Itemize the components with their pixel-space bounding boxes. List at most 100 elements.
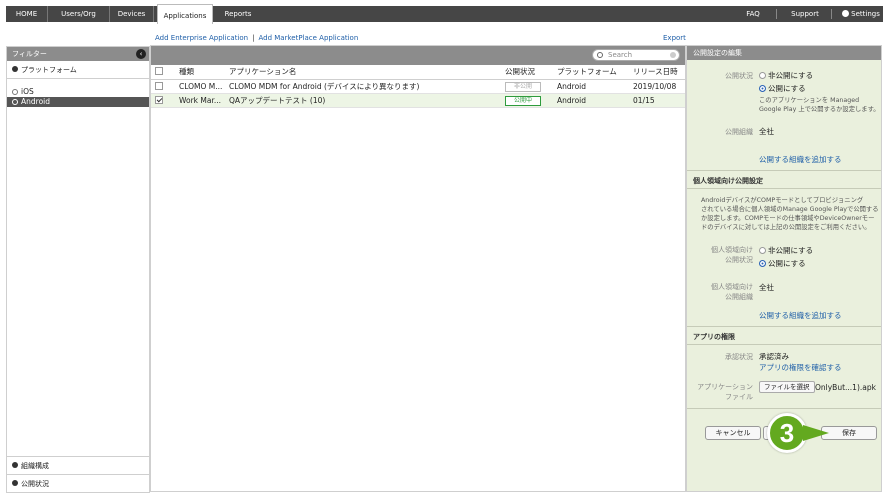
gear-icon [842, 10, 850, 17]
search-placeholder: Search [608, 51, 633, 59]
cell-date: 2019/10/08 [629, 79, 685, 94]
expand-icon [12, 66, 18, 72]
personal-note-line: ドのデバイスに対しては上記の公開設定をご利用ください。 [701, 224, 871, 231]
search-input[interactable]: Search [592, 49, 680, 61]
radio-icon [759, 247, 766, 254]
clear-icon[interactable] [670, 52, 676, 58]
filter-sidebar: フィルター ‹ プラットフォーム iOS Android 組織構成 公開状況 [6, 46, 150, 493]
panel-header: 公開設定の編集 [687, 46, 881, 60]
row-checkbox[interactable] [155, 81, 163, 90]
personal-note-line: されている場合に個人領域のManage Google Playで公開する [701, 206, 879, 213]
row-checkbox[interactable] [155, 95, 163, 104]
step-marker: 3 [767, 413, 807, 453]
nav-separator [831, 9, 832, 19]
select-all-checkbox[interactable] [155, 67, 163, 76]
check-permissions-link[interactable]: アプリの権限を確認する [759, 362, 842, 373]
filter-option-ios[interactable]: iOS [7, 87, 149, 97]
personal-section-title: 個人領域向け公開設定 [693, 177, 763, 185]
radio-private-label: 非公開にする [768, 71, 814, 80]
personal-status-label: 個人領域向け公開状況 [697, 245, 753, 265]
org-label: 公開組織 [725, 128, 753, 136]
column-header[interactable]: 種類 [175, 65, 225, 80]
link-separator: | [252, 34, 255, 42]
personal-note-line: か設定します。COMPモードの仕事領域やDeviceOwnerモー [701, 215, 875, 222]
status-label: 公開状況 [725, 72, 753, 80]
section-divider [687, 326, 881, 327]
nav-home[interactable]: HOME [6, 6, 48, 22]
nav-reports[interactable]: Reports [215, 6, 261, 22]
nav-settings-label: Settings [851, 10, 880, 18]
radio-private[interactable]: 非公開にする [759, 70, 813, 81]
row-checkbox-cell[interactable] [151, 79, 175, 94]
select-all-cell[interactable] [151, 65, 175, 80]
add-marketplace-app-link[interactable]: Add MarketPlace Application [258, 34, 358, 42]
cell-date: 01/15 [629, 93, 685, 108]
personal-note: AndroidデバイスがCOMPモードとしてプロビジョニング されている場合に個… [701, 196, 881, 232]
filter-option-android[interactable]: Android [7, 97, 149, 107]
collapse-icon[interactable]: ‹ [136, 49, 146, 59]
app-table: 種類 アプリケーション名 公開状況 プラットフォーム リリース日時 CLOMO … [151, 65, 685, 108]
radio-icon [759, 260, 766, 267]
label-line: アプリケーション [697, 383, 753, 391]
radio-icon [759, 72, 766, 79]
cell-platform: Android [553, 93, 629, 108]
approval-label: 承認状況 [725, 353, 753, 361]
save-button[interactable]: 保存 [821, 426, 877, 440]
label-line: 個人領域向け [711, 283, 753, 291]
org-value: 全社 [759, 127, 774, 136]
column-header[interactable]: 公開状況 [501, 65, 553, 80]
table-header-row: 種類 アプリケーション名 公開状況 プラットフォーム リリース日時 [151, 65, 685, 80]
choose-file-button[interactable]: ファイルを選択 [759, 381, 815, 393]
export-link[interactable]: Export [663, 34, 686, 42]
radio-icon [759, 85, 766, 92]
personal-org-label: 個人領域向け公開組織 [697, 282, 753, 302]
public-note-line: Google Play 上で公開するか設定します。 [759, 106, 880, 113]
step-arrow-icon [803, 425, 829, 441]
expand-icon [12, 462, 18, 468]
nav-users-org[interactable]: Users/Org [48, 6, 110, 22]
status-section[interactable]: 公開状況 [7, 474, 149, 492]
platform-section-label: プラットフォーム [21, 66, 77, 74]
add-enterprise-app-link[interactable]: Add Enterprise Application [155, 34, 248, 42]
nav-applications[interactable]: Applications [157, 4, 213, 24]
status-badge: 公開中 [505, 95, 541, 106]
search-icon [597, 52, 603, 58]
personal-add-org-link[interactable]: 公開する組織を追加する [759, 310, 842, 321]
platform-section[interactable]: プラットフォーム [7, 61, 149, 79]
app-table-panel: Search 種類 アプリケーション名 公開状況 プラットフォーム リリース日時… [150, 45, 686, 492]
public-note: このアプリケーションを Managed Google Play 上で公開するか設定… [759, 96, 881, 114]
radio-public-label: 公開にする [768, 259, 806, 268]
section-divider [687, 344, 881, 345]
label-line: 個人領域向け [711, 246, 753, 254]
table-row[interactable]: CLOMO M... CLOMO MDM for Android (デバイスによ… [151, 79, 685, 94]
nav-settings[interactable]: Settings [838, 6, 884, 22]
label-line: ファイル [725, 393, 753, 401]
column-header[interactable]: リリース日時 [629, 65, 685, 80]
label-line: 公開組織 [725, 293, 753, 301]
personal-radio-public[interactable]: 公開にする [759, 258, 806, 269]
cell-type: Work Mar... [175, 93, 225, 108]
section-divider [687, 170, 881, 171]
cell-status: 公開中 [501, 93, 553, 108]
nav-faq[interactable]: FAQ [738, 6, 768, 22]
nav-support[interactable]: Support [785, 6, 825, 22]
section-divider [687, 188, 881, 189]
personal-radio-private[interactable]: 非公開にする [759, 245, 813, 256]
nav-devices[interactable]: Devices [110, 6, 154, 22]
org-section-label: 組織構成 [21, 462, 49, 470]
personal-note-line: AndroidデバイスがCOMPモードとしてプロビジョニング [701, 197, 864, 204]
column-header[interactable]: アプリケーション名 [225, 65, 501, 80]
label-line: 公開状況 [725, 256, 753, 264]
cell-platform: Android [553, 79, 629, 94]
add-org-link[interactable]: 公開する組織を追加する [759, 154, 842, 165]
table-row[interactable]: Work Mar... QAアップデートテスト (10) 公開中 Android… [151, 93, 685, 108]
org-section[interactable]: 組織構成 [7, 456, 149, 474]
row-checkbox-cell[interactable] [151, 93, 175, 108]
radio-public[interactable]: 公開にする [759, 83, 806, 94]
cancel-button[interactable]: キャンセル [705, 426, 761, 440]
filter-option-label: Android [21, 97, 50, 106]
section-divider [687, 408, 881, 409]
table-toolbar: Search [151, 46, 685, 65]
radio-icon [12, 89, 18, 95]
column-header[interactable]: プラットフォーム [553, 65, 629, 80]
